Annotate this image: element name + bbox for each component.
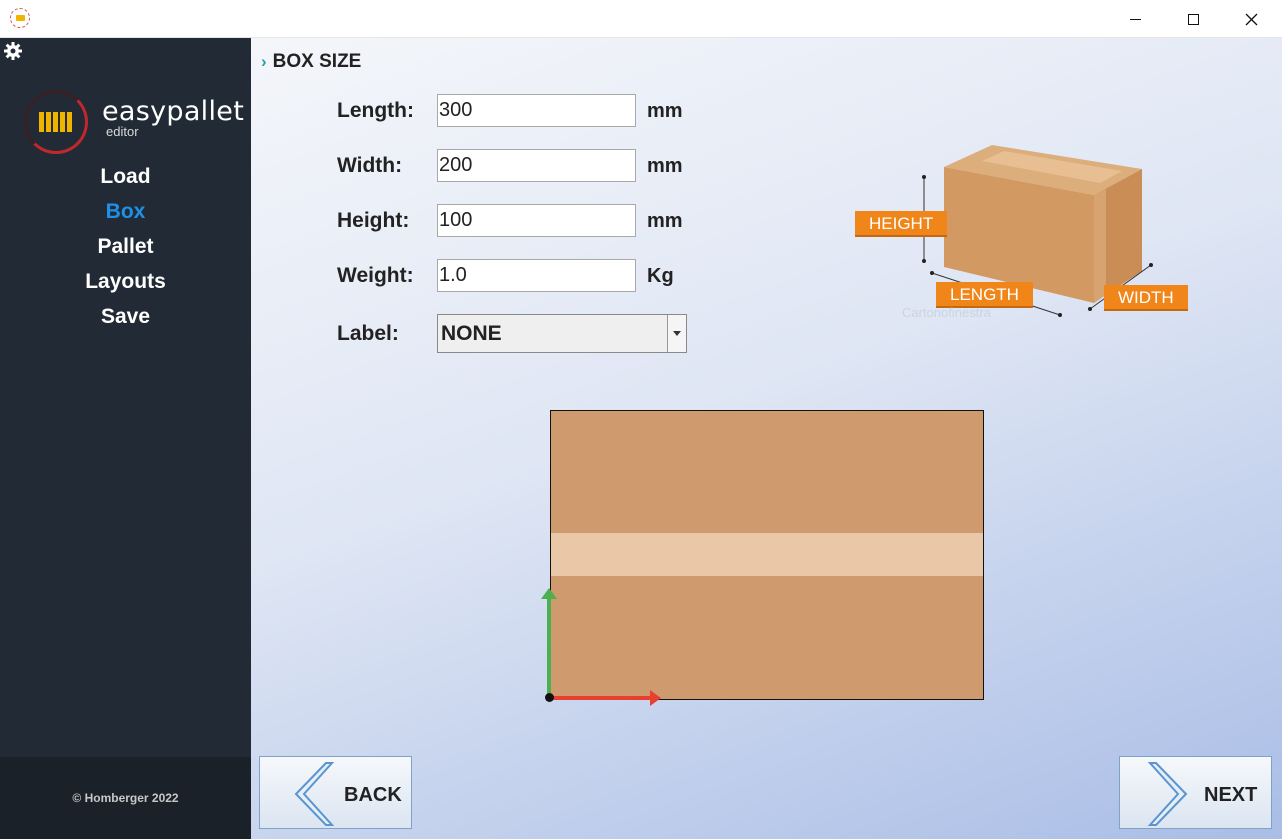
sidebar-item-box[interactable]: Box (0, 197, 251, 232)
sidebar-item-save[interactable]: Save (0, 302, 251, 337)
weight-unit: Kg (647, 265, 674, 287)
label-select[interactable]: NONE (437, 314, 687, 353)
maximize-icon (1187, 13, 1199, 25)
main-panel: › BOX SIZE Length: mm Width: mm Height: m… (251, 38, 1282, 839)
logo-subtitle: editor (106, 124, 139, 139)
sidebar: easypallet editor Load Box Pallet Layout… (0, 38, 251, 839)
x-axis-arrowhead (650, 690, 661, 706)
back-label: BACK (344, 784, 402, 806)
label-select-value: NONE (441, 322, 502, 345)
pallet-icon (39, 112, 73, 132)
height-input[interactable] (437, 204, 636, 237)
app-icon (10, 8, 30, 28)
sidebar-item-load[interactable]: Load (0, 162, 251, 197)
origin-point (545, 693, 554, 702)
chevron-left-icon (294, 762, 335, 826)
sidebar-nav: Load Box Pallet Layouts Save (0, 162, 251, 337)
box-preview (550, 410, 984, 700)
section-title: BOX SIZE (272, 51, 362, 72)
maximize-button[interactable] (1164, 0, 1222, 38)
height-label: Height: (337, 209, 410, 232)
chevron-right-icon: › (261, 52, 267, 71)
y-axis-arrow (547, 596, 551, 698)
width-unit: mm (647, 155, 683, 177)
box-illustration: HEIGHT LENGTH WIDTH Cartonofinestra (854, 143, 1204, 328)
chevron-down-icon[interactable] (667, 315, 686, 352)
logo: easypallet editor (24, 90, 244, 160)
title-bar (0, 0, 1282, 38)
length-input[interactable] (437, 94, 636, 127)
minimize-icon (1129, 18, 1141, 20)
settings-button[interactable] (3, 41, 23, 61)
section-heading: › BOX SIZE (261, 51, 361, 73)
width-input[interactable] (437, 149, 636, 182)
label-label: Label: (337, 322, 399, 345)
close-button[interactable] (1222, 0, 1280, 38)
y-axis-arrowhead (541, 588, 557, 599)
length-unit: mm (647, 100, 683, 122)
close-icon (1245, 13, 1257, 25)
back-button[interactable]: BACK (259, 756, 412, 829)
sidebar-item-layouts[interactable]: Layouts (0, 267, 251, 302)
chevron-right-icon (1147, 762, 1188, 826)
sidebar-footer: © Homberger 2022 (0, 757, 251, 839)
gear-icon (4, 42, 22, 60)
height-tag: HEIGHT (855, 211, 948, 237)
weight-input[interactable] (437, 259, 636, 292)
x-axis-arrow (550, 696, 651, 700)
logo-name: easypallet (102, 96, 245, 127)
width-tag: WIDTH (1104, 285, 1188, 311)
sidebar-item-pallet[interactable]: Pallet (0, 232, 251, 267)
weight-label: Weight: (337, 264, 414, 287)
minimize-button[interactable] (1106, 0, 1164, 38)
box-tape (551, 533, 983, 576)
height-unit: mm (647, 210, 683, 232)
image-watermark: Cartonofinestra (902, 305, 991, 320)
copyright: © Homberger 2022 (72, 791, 179, 805)
width-label: Width: (337, 154, 403, 177)
length-label: Length: (337, 99, 414, 122)
next-button[interactable]: NEXT (1119, 756, 1272, 829)
next-label: NEXT (1204, 784, 1258, 806)
